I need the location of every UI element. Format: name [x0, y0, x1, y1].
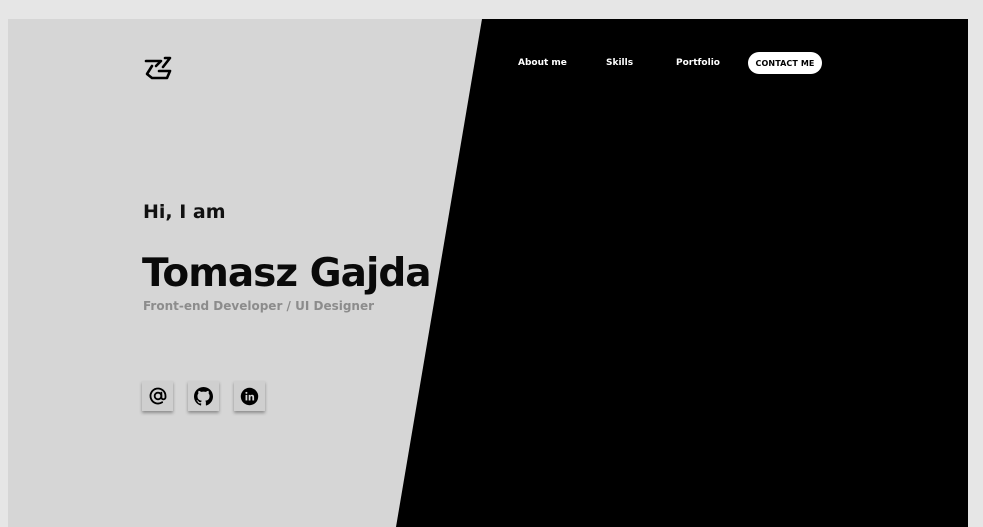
contact-me-button[interactable]: CONTACT ME — [748, 52, 822, 74]
page: About me Skills Portfolio CONTACT ME Hi,… — [8, 19, 968, 527]
linkedin-button[interactable] — [234, 381, 265, 411]
github-button[interactable] — [188, 381, 219, 411]
email-button[interactable] — [142, 381, 173, 411]
nav-portfolio[interactable]: Portfolio — [676, 58, 720, 68]
linkedin-icon — [240, 387, 259, 405]
hero-name: Tomasz Gajda — [142, 251, 432, 296]
nav-skills[interactable]: Skills — [606, 58, 633, 68]
at-sign-icon — [149, 387, 166, 405]
nav-about-me[interactable]: About me — [518, 58, 567, 68]
hero-role: Front-end Developer / UI Designer — [143, 299, 375, 313]
logo-icon[interactable] — [143, 54, 173, 82]
github-icon — [194, 386, 213, 406]
hero-greeting: Hi, I am — [143, 201, 226, 223]
